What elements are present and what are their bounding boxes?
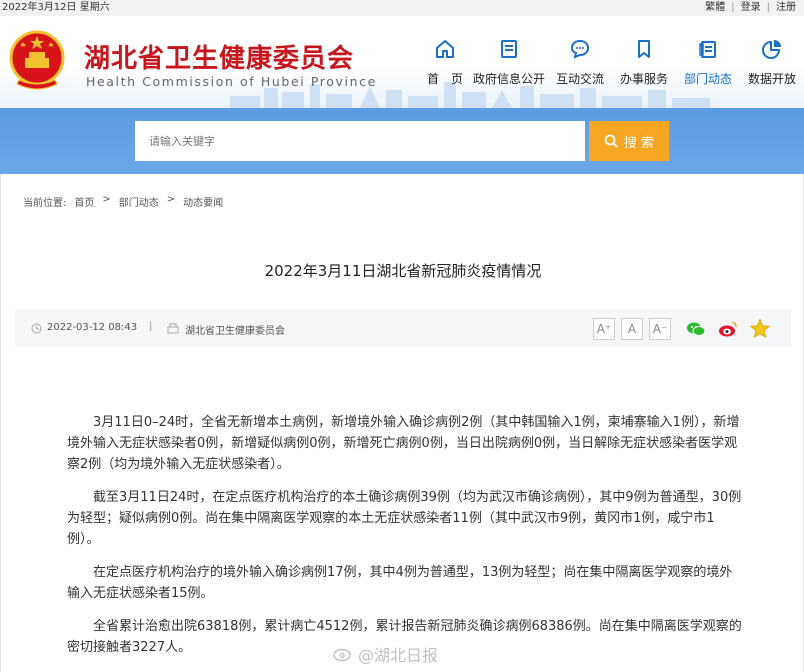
top-bar: 2022年3月12日 星期六 繁體 | 登录 | 注册 — [0, 0, 804, 16]
nav-item-home[interactable]: 首 页 — [420, 16, 470, 108]
divider: | — [766, 2, 770, 13]
breadcrumb: 当前位置: 首页 > 部门动态 > 动态要闻 — [23, 194, 223, 209]
nav-item-services[interactable]: 办事服务 — [612, 16, 676, 108]
nav-item-open-data[interactable]: 数据开放 — [740, 16, 804, 108]
favorite-star-icon[interactable] — [749, 318, 771, 340]
article-title: 2022年3月11日湖北省新冠肺炎疫情情况 — [264, 262, 542, 280]
bookmark-icon — [638, 40, 650, 58]
font-decrease-button[interactable]: A⁻ — [649, 318, 671, 340]
weibo-watermark-icon — [333, 648, 351, 662]
news-icon — [699, 41, 716, 58]
chat-icon — [570, 39, 590, 59]
top-links: 繁體 | 登录 | 注册 — [705, 0, 796, 16]
breadcrumb-prefix: 当前位置: — [23, 198, 67, 209]
article-paragraph: 截至3月11日24时，在定点医疗机构治疗的本土确诊病例39例（均为武汉市确诊病例… — [67, 490, 742, 547]
divider: | — [731, 2, 735, 13]
breadcrumb-separator: > — [166, 194, 176, 205]
national-emblem-logo — [9, 30, 65, 90]
site-title-english: Health Commission of Hubei Province — [86, 74, 377, 89]
article-paragraph: 3月11日0–24时，全省无新增本土病例，新增境外输入确诊病例2例（其中韩国输入… — [67, 415, 740, 472]
nav-label: 政府信息公开 — [472, 72, 545, 86]
source-icon — [167, 323, 179, 334]
search-band: 搜 索 — [0, 108, 804, 174]
wechat-share-icon[interactable] — [685, 318, 707, 340]
nav-item-dept-news[interactable]: 部门动态 — [676, 16, 740, 108]
meta-separator: | — [149, 321, 153, 332]
site-header: 湖北省卫生健康委员会 Health Commission of Hubei Pr… — [0, 16, 804, 108]
register-link[interactable]: 注册 — [776, 0, 796, 16]
search-icon — [604, 134, 618, 148]
article-body: 3月11日0–24时，全省无新增本土病例，新增境外输入确诊病例2例（其中韩国输入… — [67, 412, 743, 670]
article-source: 湖北省卫生健康委员会 — [185, 326, 285, 337]
breadcrumb-dept-news[interactable]: 部门动态 — [119, 194, 159, 209]
traditional-chinese-link[interactable]: 繁體 — [705, 0, 725, 16]
search-button-label: 搜 索 — [623, 135, 655, 151]
nav-label: 部门动态 — [683, 72, 732, 86]
article-card: 当前位置: 首页 > 部门动态 > 动态要闻 2022年3月11日湖北省新冠肺炎… — [0, 174, 804, 672]
weibo-watermark: @湖北日报 — [332, 642, 438, 666]
site-title: 湖北省卫生健康委员会 — [84, 44, 355, 74]
weibo-share-icon[interactable] — [717, 318, 739, 340]
search-button[interactable]: 搜 索 — [589, 121, 669, 161]
current-date: 2022年3月12日 星期六 — [2, 2, 110, 13]
nav-label: 办事服务 — [619, 72, 668, 86]
breadcrumb-top-news[interactable]: 动态要闻 — [183, 194, 223, 209]
nav-label: 数据开放 — [747, 72, 796, 86]
search-input[interactable] — [135, 121, 585, 161]
clock-icon — [31, 323, 42, 334]
article-paragraph: 在定点医疗机构治疗的境外输入确诊病例17例，其中4例为普通型，13例为轻型；尚在… — [67, 565, 733, 601]
article-meta-bar: 2022-03-12 08:43 | 湖北省卫生健康委员会 A⁺ A A⁻ — [15, 310, 791, 346]
nav-item-interaction[interactable]: 互动交流 — [548, 16, 612, 108]
nav-item-gov-info[interactable]: 政府信息公开 — [470, 16, 548, 108]
login-link[interactable]: 登录 — [741, 0, 761, 16]
main-nav: 首 页 政府信息公开 互动交流 办事服务 部门动态 数据开放 — [420, 16, 804, 108]
breadcrumb-home[interactable]: 首页 — [74, 194, 94, 209]
document-icon — [501, 40, 517, 58]
font-increase-button[interactable]: A⁺ — [593, 318, 615, 340]
nav-label: 首 页 — [426, 72, 463, 86]
home-icon — [436, 40, 454, 58]
breadcrumb-separator: > — [102, 194, 111, 205]
font-default-button[interactable]: A — [621, 318, 643, 340]
watermark-text: @湖北日报 — [358, 646, 439, 665]
publish-date: 2022-03-12 08:43 — [47, 322, 138, 333]
nav-label: 互动交流 — [555, 72, 604, 86]
piechart-icon — [762, 40, 781, 59]
